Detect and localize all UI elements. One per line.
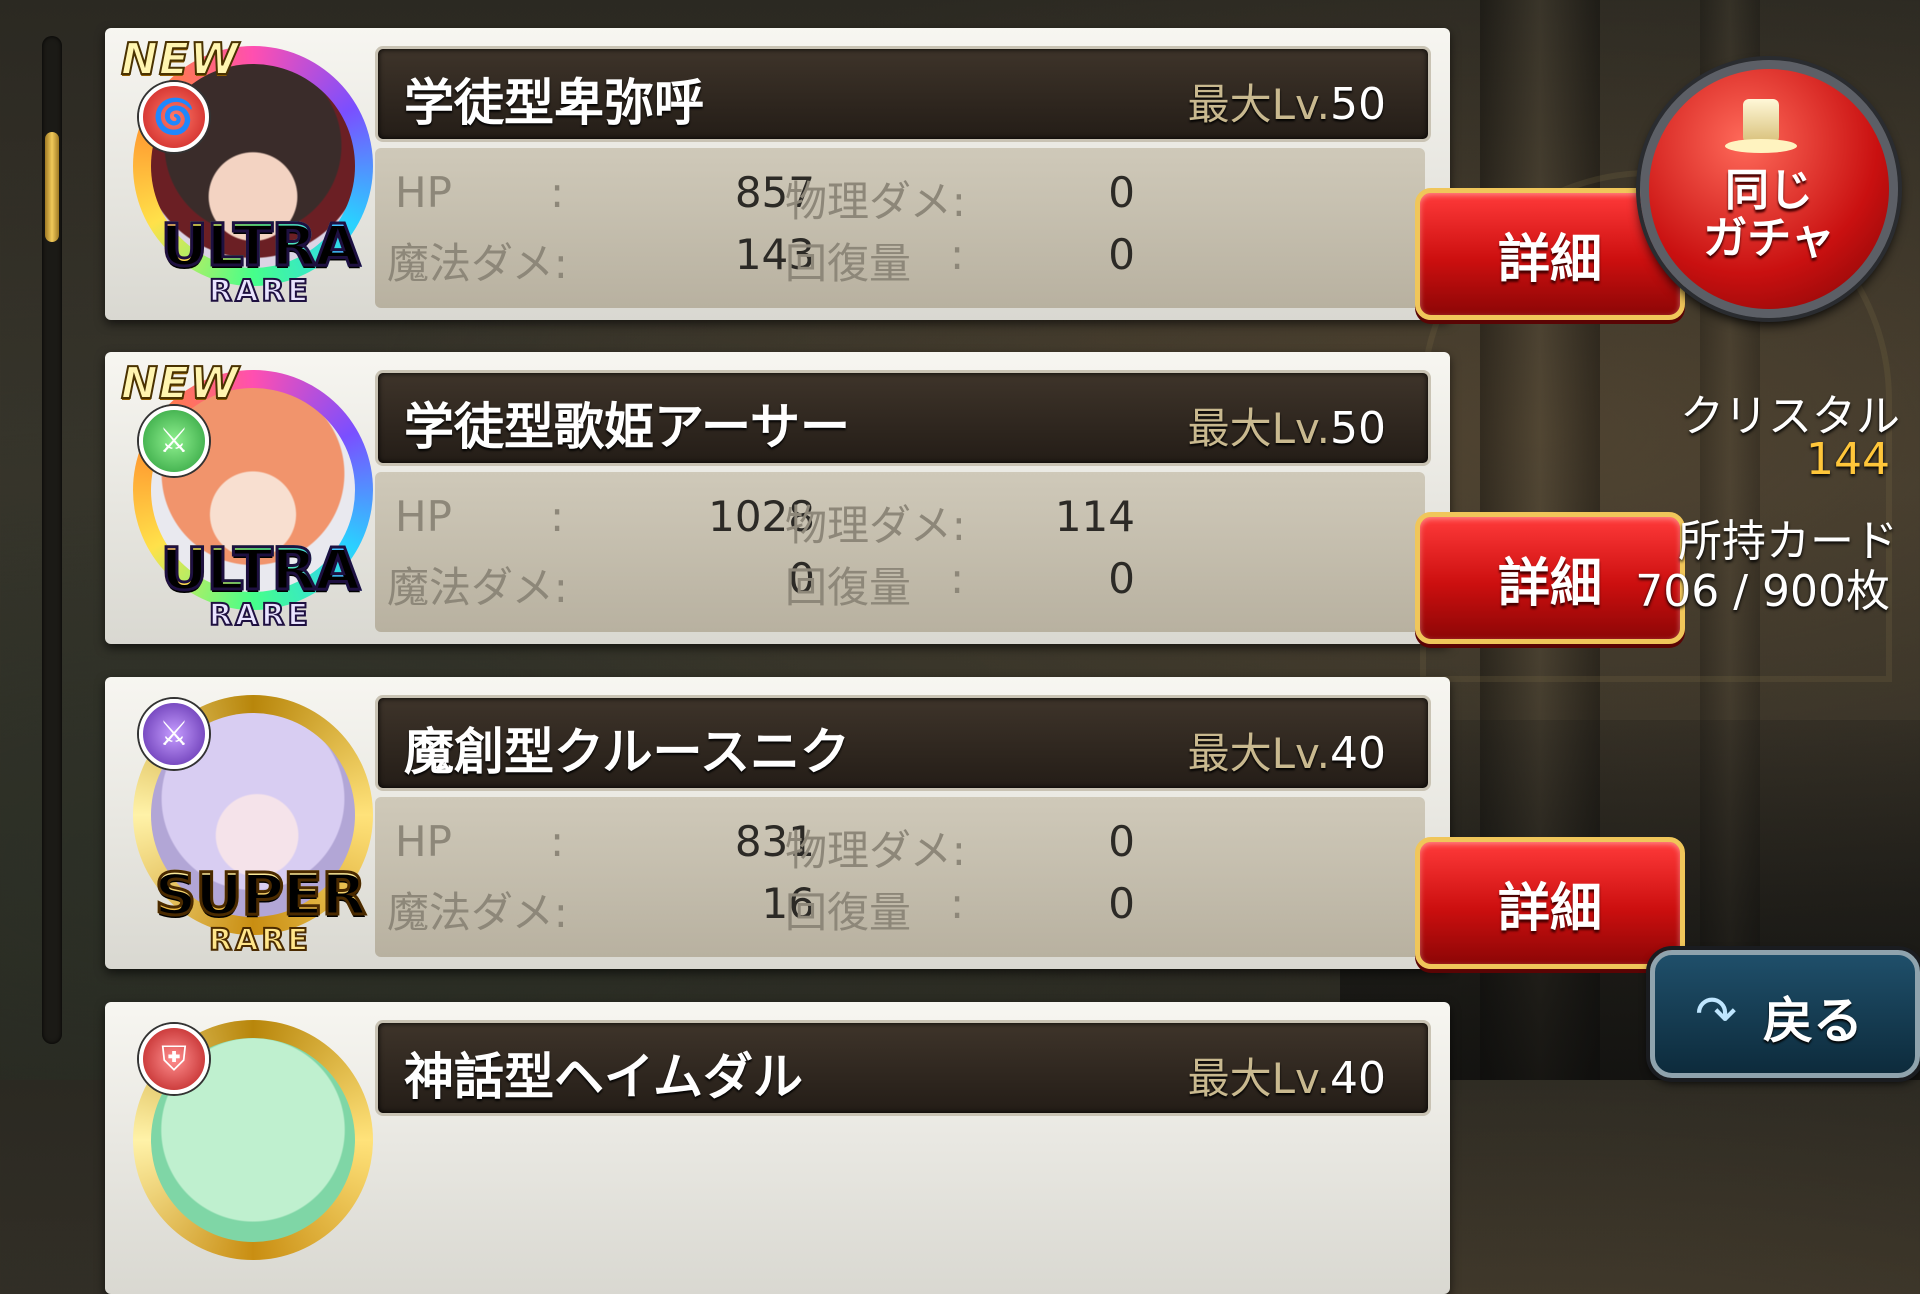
max-level: 最大Lv.50	[1188, 395, 1386, 456]
crystal-value: 144	[1806, 434, 1890, 485]
card-portrait[interactable]: NEW 🌀 ULTRA RARE	[115, 34, 385, 310]
crossed-swords-icon: ⚔	[139, 699, 209, 769]
hp-label: HP	[395, 817, 452, 866]
heal-label: 回復量	[785, 888, 912, 937]
physical-damage-value: 0	[1108, 168, 1135, 217]
rarity-label: ULTRA	[115, 215, 405, 276]
card-portrait[interactable]: ⛨	[115, 1012, 385, 1284]
magic-damage-label-text: 魔法ダメ	[387, 888, 554, 937]
shield-icon: ⛨	[139, 1024, 209, 1094]
magic-damage-label: 魔法ダメ:	[387, 563, 568, 612]
heal-value: 0	[1108, 230, 1135, 279]
card-stats: HP : 831 物理ダメ: 0 魔法ダメ: 16 回復量 : 0 詳細	[375, 797, 1685, 969]
same-gacha-button[interactable]: 同じ ガチャ	[1640, 60, 1898, 318]
hp-value: 857	[734, 168, 815, 217]
card-name-bar: 魔創型クルースニク 最大Lv.40	[375, 695, 1431, 791]
back-arrow-icon: ↷	[1695, 985, 1737, 1043]
physical-damage-value: 0	[1108, 817, 1135, 866]
back-label: 戻る	[1763, 992, 1863, 1050]
gacha-icon-base	[1725, 139, 1797, 153]
physical-damage-label-text: 物理ダメ	[785, 501, 952, 550]
physical-damage-value: 114	[1054, 492, 1135, 541]
max-level-label: 最大Lv.	[1187, 404, 1330, 453]
magic-damage-value: 0	[788, 554, 815, 603]
physical-damage-label-text: 物理ダメ	[785, 177, 952, 226]
card-name: 神話型ヘイムダル	[404, 1048, 803, 1106]
gacha-icon	[1743, 99, 1779, 143]
max-level-value: 50	[1330, 79, 1386, 130]
same-gacha-label: 同じ ガチャ	[1649, 167, 1889, 263]
separator: :	[550, 168, 565, 217]
rarity-sub-label: RARE	[208, 273, 311, 310]
max-level-value: 50	[1330, 403, 1386, 454]
hp-value: 831	[734, 817, 815, 866]
magic-damage-label-text: 魔法ダメ	[387, 239, 554, 288]
card-stats: HP : 857 物理ダメ: 0 魔法ダメ: 143 回復量 : 0 詳細	[375, 148, 1685, 320]
new-badge: NEW	[120, 34, 240, 85]
magic-damage-value: 143	[734, 230, 815, 279]
rarity-sub-label: RARE	[208, 597, 311, 634]
max-level-label: 最大Lv.	[1187, 80, 1330, 129]
rarity-sub-label: RARE	[208, 922, 311, 959]
magic-damage-value: 16	[761, 879, 815, 928]
separator: :	[550, 817, 565, 866]
crossed-swords-icon: ⚔	[139, 406, 209, 476]
card-row: NEW 🌀 ULTRA RARE 学徒型卑弥呼 最大Lv.50 HP : 857…	[105, 28, 1685, 320]
rarity-label: ULTRA	[115, 539, 405, 600]
card-name: 学徒型歌姫アーサー	[404, 398, 850, 456]
magic-damage-label-text: 魔法ダメ	[387, 563, 554, 612]
spiral-icon: 🌀	[139, 82, 209, 152]
back-button[interactable]: ↷ 戻る	[1650, 950, 1920, 1078]
max-level-value: 40	[1330, 728, 1386, 779]
heal-label: 回復量	[785, 239, 912, 288]
card-row: NEW ⚔ ULTRA RARE 学徒型歌姫アーサー 最大Lv.50 HP : …	[105, 352, 1685, 644]
card-row: ⚔ SUPER RARE 魔創型クルースニク 最大Lv.40 HP : 831 …	[105, 677, 1685, 969]
heal-value: 0	[1108, 554, 1135, 603]
scrollbar-thumb[interactable]	[45, 132, 59, 242]
detail-button[interactable]: 詳細	[1415, 837, 1685, 969]
card-portrait[interactable]: ⚔ SUPER RARE	[115, 687, 385, 959]
same-gacha-label-line2: ガチャ	[1703, 213, 1835, 264]
card-name-bar: 学徒型歌姫アーサー 最大Lv.50	[375, 370, 1431, 466]
card-stats: HP : 1028 物理ダメ: 114 魔法ダメ: 0 回復量 : 0 詳細	[375, 472, 1685, 644]
card-name: 学徒型卑弥呼	[404, 74, 704, 132]
card-name-bar: 学徒型卑弥呼 最大Lv.50	[375, 46, 1431, 142]
physical-damage-label-text: 物理ダメ	[785, 826, 952, 875]
heal-value: 0	[1108, 879, 1135, 928]
max-level: 最大Lv.40	[1188, 1045, 1386, 1106]
card-row: ⛨ 神話型ヘイムダル 最大Lv.40	[105, 1002, 1450, 1294]
card-portrait[interactable]: NEW ⚔ ULTRA RARE	[115, 358, 385, 634]
magic-damage-label: 魔法ダメ:	[387, 239, 568, 288]
same-gacha-label-line1: 同じ	[1725, 165, 1813, 216]
card-name-bar: 神話型ヘイムダル 最大Lv.40	[375, 1020, 1431, 1116]
max-level-value: 40	[1330, 1053, 1386, 1104]
hp-label: HP	[395, 492, 452, 541]
separator: :	[550, 492, 565, 541]
max-level: 最大Lv.50	[1188, 71, 1386, 132]
owned-cards-value: 706 / 900枚	[1635, 566, 1890, 617]
card-name: 魔創型クルースニク	[404, 723, 850, 781]
magic-damage-label: 魔法ダメ:	[387, 888, 568, 937]
max-level: 最大Lv.40	[1188, 720, 1386, 781]
scrollbar[interactable]	[42, 36, 62, 1044]
max-level-label: 最大Lv.	[1187, 729, 1330, 778]
new-badge: NEW	[120, 358, 240, 409]
rarity-label: SUPER	[115, 864, 405, 925]
hp-label: HP	[395, 168, 452, 217]
hp-value: 1028	[708, 492, 815, 541]
heal-label: 回復量	[785, 563, 912, 612]
max-level-label: 最大Lv.	[1187, 1054, 1330, 1103]
